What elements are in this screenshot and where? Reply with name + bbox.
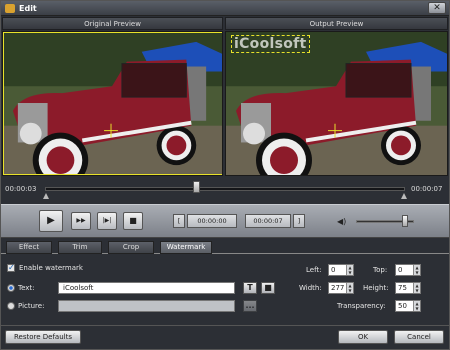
spin-arrows-icon[interactable]: ▲ ▼ xyxy=(413,301,420,311)
app-icon xyxy=(5,4,15,13)
transparency-spinbox[interactable]: 50 ▲ ▼ xyxy=(395,300,421,312)
spin-arrows-icon[interactable]: ▲ ▼ xyxy=(413,265,420,275)
left-spinbox[interactable]: 0 ▲ ▼ xyxy=(328,264,354,276)
close-button[interactable]: ✕ xyxy=(428,2,446,14)
fast-forward-button[interactable]: ▶▶ xyxy=(71,212,91,230)
play-button[interactable]: ▶ xyxy=(39,210,63,232)
picture-radio[interactable] xyxy=(7,302,15,310)
output-preview: iCoolsoft xyxy=(225,31,448,176)
enable-watermark-label: Enable watermark xyxy=(19,264,83,272)
dialog-footer: Restore Defaults OK Cancel xyxy=(1,325,449,349)
stop-button[interactable]: ■ xyxy=(123,212,143,230)
text-radio[interactable] xyxy=(7,284,15,292)
timeline-end-time: 00:00:07 xyxy=(411,185,443,193)
edit-window: Edit ✕ Original Preview Output Preview i… xyxy=(0,0,450,350)
spin-arrows-icon[interactable]: ▲ ▼ xyxy=(346,283,353,293)
output-preview-header: Output Preview xyxy=(225,17,448,30)
title-bar: Edit ✕ xyxy=(1,1,449,16)
tab-crop[interactable]: Crop xyxy=(108,241,154,254)
window-title: Edit xyxy=(19,4,37,13)
height-label: Height: xyxy=(363,284,389,292)
edit-tabs: Effect Trim Crop Watermark xyxy=(1,240,449,254)
top-label: Top: xyxy=(373,266,388,274)
transparency-label: Transparency: xyxy=(337,302,386,310)
timeline-start-time: 00:00:03 xyxy=(5,185,37,193)
end-time-field[interactable]: 00:00:07 xyxy=(245,214,291,228)
browse-button[interactable]: ... xyxy=(243,300,257,312)
color-button[interactable]: ■ xyxy=(261,282,275,294)
left-label: Left: xyxy=(306,266,322,274)
playback-controls: ▶ ▶▶ |▶| ■ [ 00:00:00 00:00:07 ] ◀) xyxy=(1,204,449,238)
watermark-panel: ✓ Enable watermark Text: iCoolsoft T ■ P… xyxy=(1,255,449,325)
picture-path-input[interactable] xyxy=(58,300,235,312)
picture-option-label: Picture: xyxy=(18,302,45,310)
width-label: Width: xyxy=(299,284,322,292)
tab-effect[interactable]: Effect xyxy=(6,241,52,254)
car-photo-output xyxy=(226,32,447,175)
timeline-playhead[interactable] xyxy=(193,181,201,193)
top-spinbox[interactable]: 0 ▲ ▼ xyxy=(395,264,421,276)
timeline-track[interactable] xyxy=(45,187,405,191)
transparency-value: 50 xyxy=(398,302,407,310)
enable-watermark-checkbox[interactable]: ✓ xyxy=(7,264,15,272)
spin-arrows-icon[interactable]: ▲ ▼ xyxy=(413,283,420,293)
watermark-overlay[interactable]: iCoolsoft xyxy=(231,35,310,53)
trim-start-marker[interactable] xyxy=(43,193,49,199)
set-start-button[interactable]: [ xyxy=(173,214,185,228)
set-end-button[interactable]: ] xyxy=(293,214,305,228)
width-value: 277 xyxy=(331,284,345,292)
font-button[interactable]: T xyxy=(243,282,257,294)
tab-watermark[interactable]: Watermark xyxy=(160,241,212,254)
start-time-field[interactable]: 00:00:00 xyxy=(187,214,237,228)
crop-frame[interactable] xyxy=(3,32,222,175)
ok-button[interactable]: OK xyxy=(338,330,388,344)
original-preview xyxy=(2,31,223,176)
volume-knob[interactable] xyxy=(402,215,409,227)
timeline: 00:00:03 00:00:07 xyxy=(1,177,449,203)
height-value: 75 xyxy=(398,284,407,292)
width-spinbox[interactable]: 277 ▲ ▼ xyxy=(328,282,354,294)
tab-trim[interactable]: Trim xyxy=(58,241,102,254)
top-value: 0 xyxy=(398,266,403,274)
cancel-button[interactable]: Cancel xyxy=(394,330,444,344)
spin-arrows-icon[interactable]: ▲ ▼ xyxy=(346,265,353,275)
restore-defaults-button[interactable]: Restore Defaults xyxy=(5,330,81,344)
original-preview-header: Original Preview xyxy=(2,17,223,30)
height-spinbox[interactable]: 75 ▲ ▼ xyxy=(395,282,421,294)
text-option-label: Text: xyxy=(18,284,35,292)
volume-icon: ◀) xyxy=(337,217,347,226)
watermark-text-input[interactable]: iCoolsoft xyxy=(58,282,235,294)
trim-end-marker[interactable] xyxy=(401,193,407,199)
left-value: 0 xyxy=(331,266,336,274)
frame-step-button[interactable]: |▶| xyxy=(97,212,117,230)
